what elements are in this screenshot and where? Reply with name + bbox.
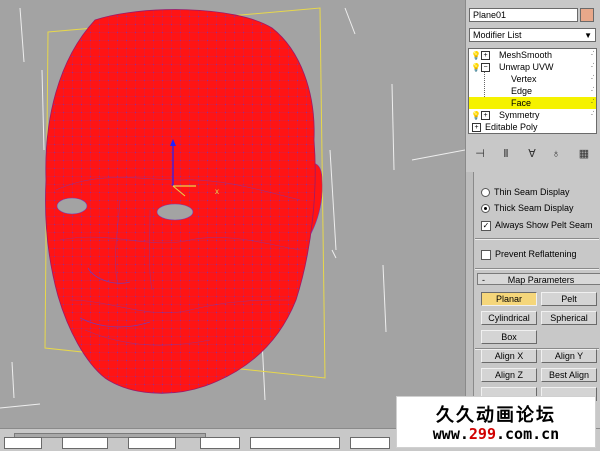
stack-dots-icon: ·˙ bbox=[590, 74, 595, 83]
stack-item-label: Unwrap UVW bbox=[499, 62, 554, 72]
stack-item-label: Face bbox=[511, 98, 532, 108]
modifier-list-dropdown[interactable]: Modifier List ▼ bbox=[469, 28, 596, 42]
perspective-viewport[interactable]: x bbox=[0, 0, 465, 428]
svg-text:x: x bbox=[215, 187, 219, 196]
url-number: 299 bbox=[468, 425, 496, 443]
right-eye-hole bbox=[156, 203, 194, 221]
remove-modifier-icon[interactable]: ♁ bbox=[548, 146, 564, 162]
check-icon[interactable]: ✓ bbox=[481, 220, 491, 231]
stack-dots-icon: ·˙ bbox=[590, 98, 595, 107]
stack-subitem-vertex[interactable]: Vertex ·˙ bbox=[469, 73, 596, 85]
stack-item-symmetry[interactable]: 💡 + Symmetry ·˙ bbox=[469, 109, 596, 121]
rollout-title: Map Parameters bbox=[507, 275, 575, 285]
object-name-field[interactable]: Plane01 bbox=[469, 8, 578, 22]
configure-sets-icon[interactable]: ▦ bbox=[576, 146, 592, 162]
pin-stack-icon[interactable]: ⊣ bbox=[472, 146, 488, 162]
stack-item-label: MeshSmooth bbox=[499, 50, 553, 60]
url-prefix: www. bbox=[432, 425, 469, 443]
stack-item-label: Vertex bbox=[511, 74, 537, 84]
map-parameters-header[interactable]: - Map Parameters bbox=[477, 273, 600, 285]
stack-item-meshsmooth[interactable]: 💡 + MeshSmooth ·˙ bbox=[469, 49, 596, 61]
stack-dots-icon: ·˙ bbox=[590, 50, 595, 59]
head-mesh[interactable] bbox=[40, 0, 330, 400]
option-label: Thick Seam Display bbox=[494, 203, 574, 213]
radio-button[interactable] bbox=[481, 204, 490, 214]
prompt-field[interactable] bbox=[250, 437, 340, 449]
stack-item-unwrap-uvw[interactable]: 💡 − Unwrap UVW ·˙ bbox=[469, 61, 596, 73]
expand-plus-icon[interactable]: + bbox=[481, 51, 490, 60]
x-coordinate-field[interactable] bbox=[4, 437, 42, 449]
cylindrical-button[interactable]: Cylindrical bbox=[481, 311, 537, 325]
divider bbox=[475, 238, 599, 240]
align-x-button[interactable]: Align X bbox=[481, 349, 537, 363]
viewport-scene: x bbox=[0, 0, 465, 409]
stack-dots-icon: ·˙ bbox=[590, 86, 595, 95]
modifier-stack[interactable]: 💡 + MeshSmooth ·˙ 💡 − Unwrap UVW ·˙ Vert… bbox=[468, 48, 597, 134]
always-show-pelt-checkbox[interactable]: ✓ Always Show Pelt Seam bbox=[481, 219, 593, 232]
url-suffix: .com.cn bbox=[496, 425, 560, 443]
stack-dots-icon: ·˙ bbox=[590, 110, 595, 119]
expand-plus-icon[interactable]: + bbox=[481, 111, 490, 120]
panel-scrollbar[interactable] bbox=[466, 172, 474, 428]
thin-seam-option[interactable]: Thin Seam Display bbox=[481, 186, 570, 199]
option-label: Always Show Pelt Seam bbox=[495, 220, 593, 230]
option-label: Prevent Reflattening bbox=[495, 249, 577, 259]
unwrap-uvw-rollout: Thin Seam Display Thick Seam Display ✓ Al… bbox=[475, 172, 600, 428]
selection-lock-field[interactable] bbox=[350, 437, 390, 449]
align-z-button[interactable]: Align Z bbox=[481, 368, 537, 382]
y-coordinate-field[interactable] bbox=[62, 437, 108, 449]
box-button[interactable]: Box bbox=[481, 330, 537, 344]
prevent-reflattening-checkbox[interactable]: Prevent Reflattening bbox=[481, 248, 577, 261]
stack-item-label: Editable Poly bbox=[485, 122, 538, 132]
stack-subitem-edge[interactable]: Edge ·˙ bbox=[469, 85, 596, 97]
watermark-title: 久久动画论坛 bbox=[436, 405, 556, 426]
planar-button[interactable]: Planar bbox=[481, 292, 537, 306]
forum-watermark: 久久动画论坛 www.299.com.cn bbox=[396, 396, 596, 448]
radio-button[interactable] bbox=[481, 188, 490, 198]
expand-plus-icon[interactable]: + bbox=[472, 123, 481, 132]
collapse-minus-icon[interactable]: − bbox=[481, 63, 490, 72]
stack-item-editable-poly[interactable]: + Editable Poly bbox=[469, 121, 596, 133]
check-icon[interactable] bbox=[481, 249, 491, 260]
grid-field[interactable] bbox=[200, 437, 240, 449]
stack-item-label: Edge bbox=[511, 86, 533, 96]
show-end-result-icon[interactable]: Ⅱ bbox=[498, 146, 514, 162]
thick-seam-option[interactable]: Thick Seam Display bbox=[481, 202, 574, 215]
time-slider[interactable] bbox=[14, 433, 206, 438]
modifier-list-label: Modifier List bbox=[473, 30, 522, 40]
pelt-button[interactable]: Pelt bbox=[541, 292, 597, 306]
stack-dots-icon: ·˙ bbox=[590, 62, 595, 71]
align-y-button[interactable]: Align Y bbox=[541, 349, 597, 363]
spherical-button[interactable]: Spherical bbox=[541, 311, 597, 325]
stack-subitem-face[interactable]: Face ·˙ bbox=[469, 97, 596, 109]
divider bbox=[475, 268, 599, 270]
z-coordinate-field[interactable] bbox=[128, 437, 176, 449]
watermark-url: www.299.com.cn bbox=[397, 425, 595, 443]
option-label: Thin Seam Display bbox=[494, 187, 570, 197]
stack-toolbar: ⊣ Ⅱ ∀ ♁ ▦ bbox=[472, 146, 594, 162]
make-unique-icon[interactable]: ∀ bbox=[524, 146, 540, 162]
command-panel: Plane01 Modifier List ▼ 💡 + MeshSmooth ·… bbox=[465, 0, 600, 428]
left-eye-hole bbox=[56, 197, 88, 215]
best-align-button[interactable]: Best Align bbox=[541, 368, 597, 382]
chevron-down-icon: ▼ bbox=[584, 31, 592, 40]
object-color-swatch[interactable] bbox=[580, 8, 594, 22]
stack-item-label: Symmetry bbox=[499, 110, 540, 120]
